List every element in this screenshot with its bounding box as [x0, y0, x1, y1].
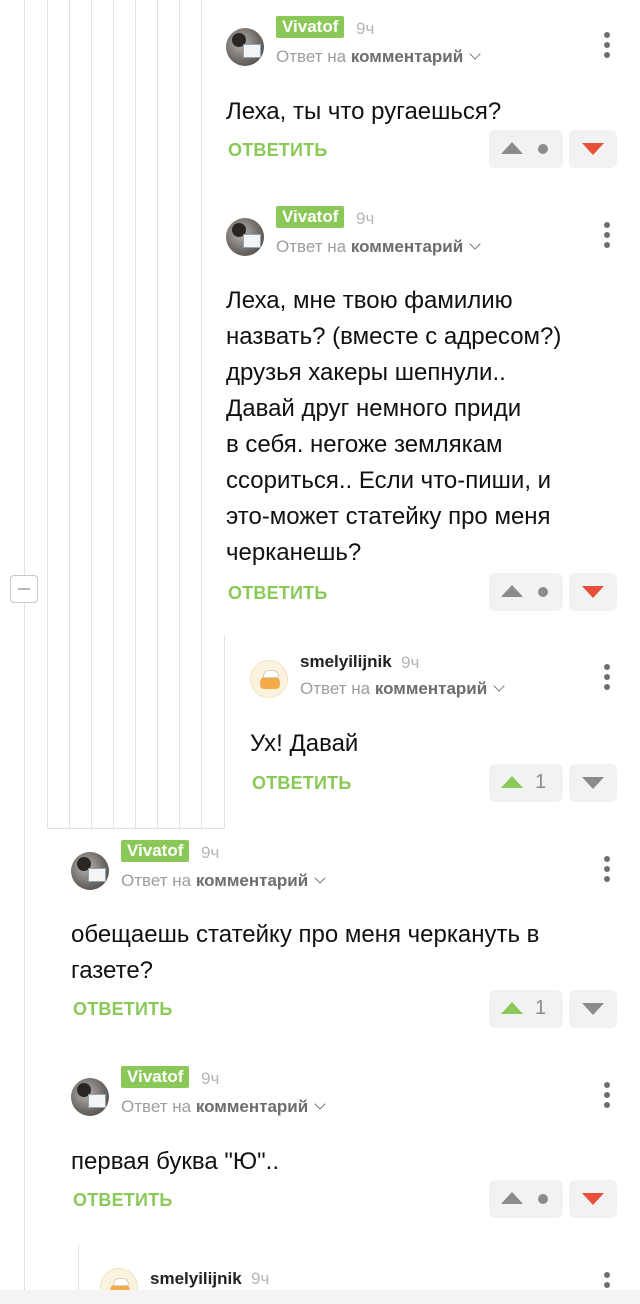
reply-button[interactable]: ОТВЕТИТЬ: [228, 583, 327, 604]
downvote-arrow-icon: [582, 143, 604, 155]
downvote-arrow-icon: [582, 1193, 604, 1205]
upvote-button[interactable]: 1: [489, 764, 563, 802]
upvote-arrow-icon: [501, 585, 523, 597]
comment-text: Леха, ты что ругаешься?: [226, 98, 502, 125]
thread-line: [24, 603, 25, 1290]
chevron-down-icon: [314, 872, 326, 884]
upvote-button[interactable]: [489, 573, 563, 611]
comment: smelyilijnik 9ч Ответ на комментарий Ух!…: [250, 652, 626, 810]
downvote-arrow-icon: [582, 777, 604, 789]
upvote-button[interactable]: 1: [489, 990, 563, 1028]
vote-dot-icon: [538, 587, 548, 597]
reply-button[interactable]: ОТВЕТИТЬ: [73, 999, 172, 1020]
upvote-button[interactable]: [489, 130, 563, 168]
avatar[interactable]: [71, 852, 109, 890]
collapse-thread-button[interactable]: [10, 575, 38, 603]
upvote-arrow-icon: [501, 776, 523, 788]
reply-button[interactable]: ОТВЕТИТЬ: [73, 1190, 172, 1211]
comment-text: обещаешь статейку про меня черкануть в г…: [71, 921, 540, 984]
username-badge[interactable]: Vivatof: [276, 16, 345, 38]
downvote-arrow-icon: [582, 1003, 604, 1015]
vote-count: 1: [535, 997, 547, 1019]
vote-count: 1: [535, 771, 547, 793]
comment-time: 9ч: [201, 843, 220, 862]
comment-time: 9ч: [201, 1069, 220, 1088]
thread-line: [24, 0, 25, 575]
downvote-button[interactable]: [569, 990, 617, 1028]
thread-line: [69, 0, 70, 828]
reply-to-link[interactable]: Ответ на комментарий: [300, 678, 505, 700]
more-options-icon[interactable]: [604, 222, 610, 248]
comment: Vivatof 9ч Ответ на комментарий Леха, ты…: [226, 16, 626, 168]
chevron-down-icon: [493, 680, 505, 692]
more-options-icon[interactable]: [604, 1082, 610, 1108]
more-options-icon[interactable]: [604, 32, 610, 58]
comment-time: 9ч: [251, 1269, 270, 1288]
vote-dot-icon: [538, 144, 548, 154]
chevron-down-icon: [469, 238, 481, 250]
thread-line: [91, 0, 92, 828]
username[interactable]: smelyilijnik: [150, 1268, 242, 1290]
vote-dot-icon: [538, 1194, 548, 1204]
downvote-arrow-icon: [582, 586, 604, 598]
thread-line: [224, 636, 225, 828]
username-badge[interactable]: Vivatof: [121, 840, 190, 862]
avatar[interactable]: [226, 28, 264, 66]
upvote-arrow-icon: [501, 1002, 523, 1014]
thread-line: [179, 0, 180, 828]
reply-to-link[interactable]: Ответ на комментарий: [276, 46, 481, 68]
bottom-bar: [0, 1290, 640, 1304]
comment-time: 9ч: [401, 653, 420, 672]
more-options-icon[interactable]: [604, 664, 610, 690]
thread-line: [47, 0, 48, 828]
reply-button[interactable]: ОТВЕТИТЬ: [252, 773, 351, 794]
reply-to-link[interactable]: Ответ на комментарий: [276, 236, 481, 258]
upvote-button[interactable]: [489, 1180, 563, 1218]
avatar[interactable]: [71, 1078, 109, 1116]
thread-line: [157, 0, 158, 828]
avatar[interactable]: [226, 218, 264, 256]
thread-divider: [47, 828, 225, 829]
reply-to-link[interactable]: Ответ на комментарий: [121, 1096, 326, 1118]
more-options-icon[interactable]: [604, 1272, 610, 1290]
comment: Vivatof 9ч Ответ на комментарий первая б…: [71, 1066, 626, 1228]
thread-line: [201, 0, 202, 828]
downvote-button[interactable]: [569, 1180, 617, 1218]
downvote-button[interactable]: [569, 573, 617, 611]
comment: Vivatof 9ч Ответ на комментарий обещаешь…: [71, 840, 626, 1032]
username-badge[interactable]: Vivatof: [276, 206, 345, 228]
username[interactable]: smelyilijnik: [300, 651, 392, 673]
comment: smelyilijnik 9ч: [100, 1268, 626, 1290]
comment-time: 9ч: [356, 19, 375, 38]
comment-text: Леха, мне твою фамилию назвать? (вместе …: [226, 287, 562, 566]
downvote-button[interactable]: [569, 764, 617, 802]
downvote-button[interactable]: [569, 130, 617, 168]
avatar[interactable]: [100, 1268, 138, 1290]
comment-text: первая буква "Ю"..: [71, 1148, 280, 1175]
reply-button[interactable]: ОТВЕТИТЬ: [228, 140, 327, 161]
more-options-icon[interactable]: [604, 856, 610, 882]
comment-text: Ух! Давай: [250, 730, 359, 757]
comment-time: 9ч: [356, 209, 375, 228]
thread-line: [135, 0, 136, 828]
avatar[interactable]: [250, 660, 288, 698]
reply-to-link[interactable]: Ответ на комментарий: [121, 870, 326, 892]
thread-line: [113, 0, 114, 828]
comment: Vivatof 9ч Ответ на комментарий Леха, мн…: [226, 206, 626, 618]
chevron-down-icon: [314, 1098, 326, 1110]
chevron-down-icon: [469, 48, 481, 60]
thread-line: [78, 1245, 79, 1290]
upvote-arrow-icon: [501, 1192, 523, 1204]
username-badge[interactable]: Vivatof: [121, 1066, 190, 1088]
upvote-arrow-icon: [501, 142, 523, 154]
